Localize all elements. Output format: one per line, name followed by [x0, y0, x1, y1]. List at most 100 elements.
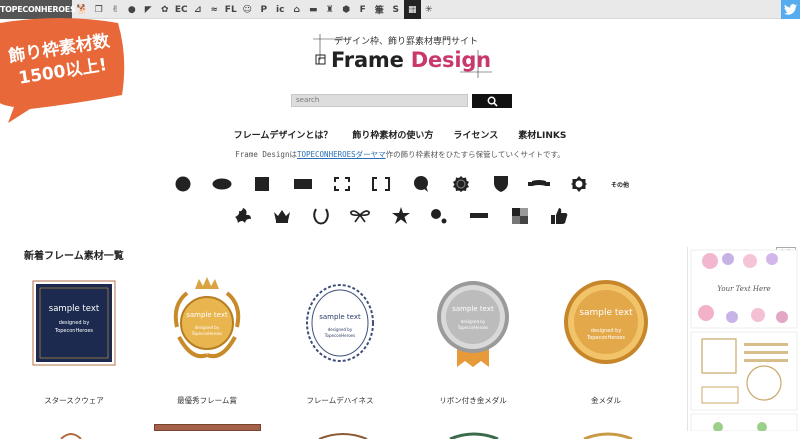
icon-on-icon[interactable]: ic — [272, 0, 289, 19]
parking-icon-glyph: P — [260, 4, 268, 15]
font-icon-glyph: F — [359, 4, 366, 15]
ellipse-shape-icon[interactable] — [211, 173, 233, 195]
next-row-card-hint — [583, 424, 633, 441]
card-credit-line-2: TopeconHeroes — [191, 331, 222, 336]
desc-suffix: 作の飾り枠素材をひたすら保管していくサイトです。 — [385, 150, 565, 159]
ornament-shape-icon[interactable] — [568, 173, 590, 195]
topeconheroes-link[interactable]: TOPECONHEROESダーヤマ — [297, 150, 386, 159]
person-icon[interactable]: ☺ — [239, 0, 256, 19]
nav-how-to-use[interactable]: 飾り枠素材の使い方 — [342, 128, 443, 141]
square-bracket-shape-icon[interactable] — [370, 173, 392, 195]
card-credit-line-2: TopeconHeroes — [457, 325, 488, 330]
crown-shape-icon[interactable] — [271, 205, 293, 227]
frame-card-caption[interactable]: フレームデハイネス — [280, 395, 400, 406]
laurel-shape-icon[interactable] — [310, 205, 332, 227]
nav-what-is-frame-design[interactable]: フレームデザインとは？ — [224, 128, 343, 141]
speech-bubble-shape-icon[interactable] — [410, 173, 432, 195]
nav-links[interactable]: 素材LINKS — [508, 128, 576, 141]
frame-card-caption[interactable]: 金メダル — [546, 395, 666, 406]
card-credit-line-2: TopeconHeroes — [324, 333, 355, 338]
square-shape-icon[interactable] — [251, 173, 273, 195]
site-description: Frame DesignはTOPECONHEROESダーヤマ作の飾り枠素材をひた… — [0, 149, 800, 160]
snake-icon-glyph: S — [392, 4, 399, 15]
ribbon-shape-icon[interactable] — [528, 173, 550, 195]
building-icon[interactable]: ⌂ — [289, 0, 306, 19]
line-icon-glyph: ≈ — [210, 4, 219, 15]
flat-icon[interactable]: FL — [223, 0, 240, 19]
brush-icon[interactable]: 筆 — [371, 0, 388, 19]
ec-icon-glyph: EC — [174, 4, 188, 15]
next-row-card-hint — [60, 424, 82, 440]
flower-icon[interactable]: ✿ — [157, 0, 174, 19]
search-input[interactable]: search — [291, 94, 468, 107]
flat-icon-glyph: FL — [224, 4, 237, 15]
castle-icon[interactable]: ♜ — [322, 0, 339, 19]
weight-icon[interactable]: ⊿ — [190, 0, 207, 19]
corner-bracket-shape-icon[interactable] — [331, 173, 353, 195]
advertisement-panel[interactable]: 広告 Your Text Here — [687, 247, 800, 431]
grid-icon[interactable]: ▦ — [404, 0, 421, 19]
logo-title-accent: Design — [410, 48, 491, 72]
mosaic-shape-icon[interactable] — [509, 205, 531, 227]
shape-category-row-1: その他 — [0, 173, 800, 195]
bow-shape-icon[interactable] — [349, 205, 371, 227]
sofa-icon[interactable]: ▬ — [305, 0, 322, 19]
card-credit-line-2: TopeconHeroes — [586, 335, 625, 341]
frame-thumbnail-ribbon-medal: sample text designed by TopeconHeroes — [437, 281, 509, 367]
main-nav: フレームデザインとは？ 飾り枠素材の使い方 ライセンス 素材LINKS — [230, 126, 570, 142]
card-credit-line-1: designed by — [591, 328, 622, 334]
search-button[interactable] — [472, 94, 512, 108]
frame-thumbnail-gold-medal: sample text designed by TopeconHeroes — [564, 280, 648, 364]
card-sample-line: sample text — [319, 313, 361, 321]
bird-icon[interactable]: ◤ — [140, 0, 157, 19]
icon-on-icon-glyph: ic — [276, 4, 285, 15]
card-sample-line: sample text — [49, 304, 100, 314]
parking-icon[interactable]: P — [256, 0, 273, 19]
card-sample-line: sample text — [579, 308, 633, 318]
twitter-icon[interactable] — [781, 0, 800, 19]
brush-icon-glyph: 筆 — [374, 6, 384, 16]
card-credit-line-1: designed by — [59, 320, 90, 326]
site-logo[interactable]: デザイン枠、飾り罫素材専門サイト Frame Design — [310, 30, 492, 80]
logo-tagline: デザイン枠、飾り罫素材専門サイト — [334, 37, 479, 47]
ad-script-text: Your Text Here — [717, 285, 770, 293]
rectangle-shape-icon[interactable] — [292, 173, 314, 195]
dots-shape-icon[interactable] — [428, 205, 450, 227]
next-row-card-hint — [449, 424, 499, 441]
person-icon-glyph: ☺ — [242, 4, 252, 15]
grid-icon-glyph: ▦ — [407, 4, 417, 15]
burst-icon[interactable]: ✳ — [421, 0, 438, 19]
card-credit-line-1: designed by — [461, 319, 486, 324]
speech-bubble-icon-glyph: ● — [127, 4, 136, 15]
shield-shape-icon[interactable] — [490, 173, 512, 195]
building-icon-glyph: ⌂ — [293, 4, 300, 15]
seal-shape-icon[interactable] — [450, 173, 472, 195]
thumbs-up-shape-icon[interactable] — [548, 205, 570, 227]
line-icon[interactable]: ≈ — [206, 0, 223, 19]
weight-icon-glyph: ⊿ — [193, 4, 202, 15]
star-burst-shape-icon[interactable] — [390, 205, 412, 227]
snake-icon[interactable]: S — [388, 0, 405, 19]
flower-icon-glyph: ✿ — [160, 4, 169, 15]
card-sample-line: sample text — [452, 305, 494, 313]
ec-icon[interactable]: EC — [173, 0, 190, 19]
hexagon-icon[interactable]: ⬢ — [338, 0, 355, 19]
nav-license[interactable]: ライセンス — [443, 128, 508, 141]
font-icon[interactable]: F — [355, 0, 372, 19]
line-shape-icon[interactable] — [468, 205, 490, 227]
flourish-shape-icon[interactable] — [232, 205, 254, 227]
dog-icon-glyph: 🐕 — [76, 4, 88, 15]
frame-card-caption[interactable]: スタースクウェア — [14, 395, 134, 406]
other-shapes-icon[interactable]: その他 — [604, 173, 636, 195]
frame-card-caption[interactable]: 最優秀フレーム賞 — [147, 395, 267, 406]
shape-category-row-2 — [0, 205, 800, 227]
circle-shape-icon[interactable] — [172, 173, 194, 195]
bird-icon-glyph: ◤ — [144, 4, 152, 15]
search-icon — [487, 96, 498, 107]
card-credit-line-2: TopeconHeroes — [54, 328, 93, 334]
frame-thumbnail-star-square: sample text designed by TopeconHeroes — [32, 280, 116, 366]
frame-thumbnail-frame-de-highness: sample text designed by TopeconHeroes — [306, 284, 374, 362]
frame-card-caption[interactable]: リボン付き金メダル — [413, 395, 533, 406]
next-row-card-hint — [318, 424, 368, 440]
burst-icon-glyph: ✳ — [424, 4, 433, 15]
